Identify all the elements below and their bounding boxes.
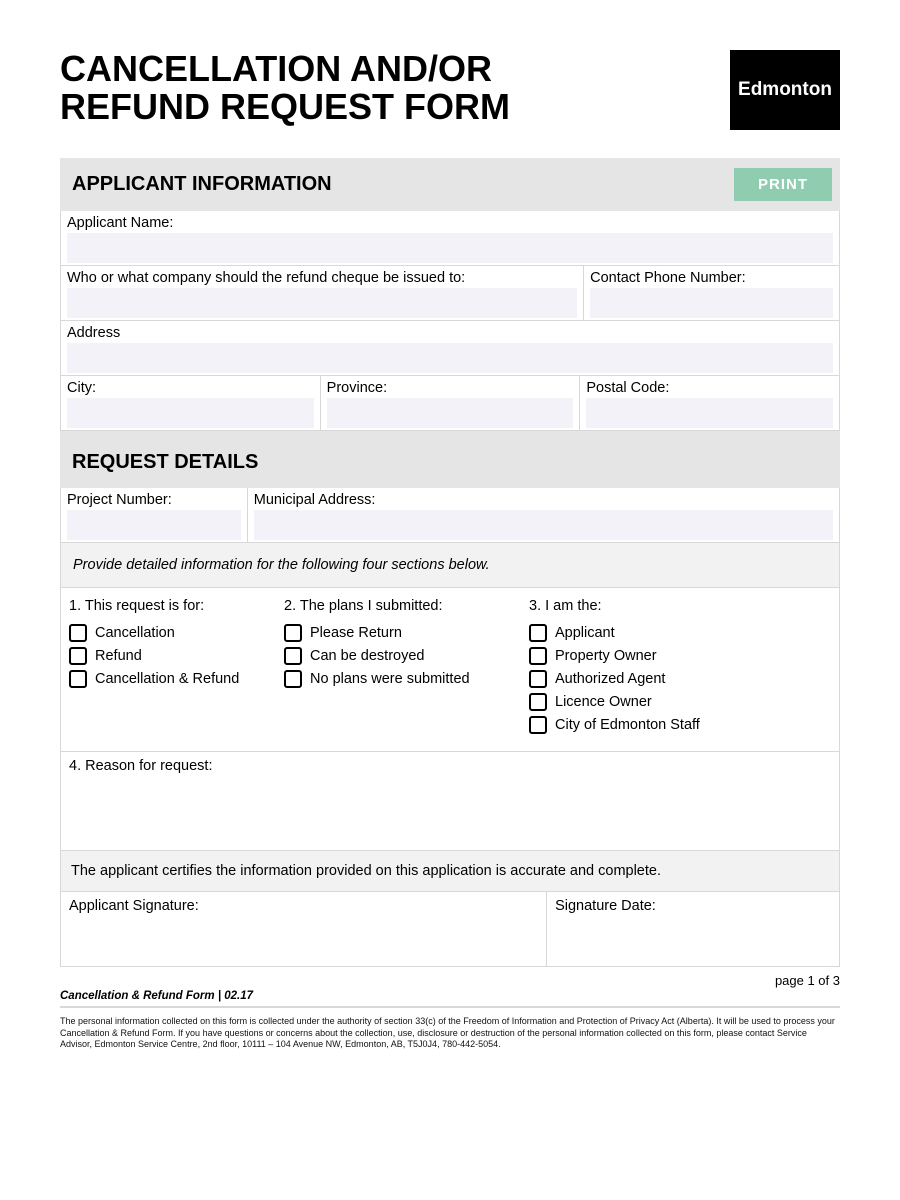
page-title: CANCELLATION AND/OR REFUND REQUEST FORM <box>60 50 510 126</box>
title-line1: CANCELLATION AND/OR <box>60 50 510 88</box>
city-input[interactable] <box>67 398 314 428</box>
checkbox-label: Licence Owner <box>555 694 652 710</box>
address-input[interactable] <box>67 343 833 373</box>
instruction-text: Provide detailed information for the fol… <box>61 543 839 588</box>
applicant-name-label: Applicant Name: <box>67 215 833 231</box>
issued-to-label: Who or what company should the refund ch… <box>67 270 577 286</box>
page-number: page 1 of 3 <box>60 973 840 988</box>
footer-doc-title: Cancellation & Refund Form | 02.17 <box>60 990 840 1008</box>
q2-opt-return: Please Return <box>284 624 511 642</box>
request-details-header: REQUEST DETAILS <box>60 437 840 488</box>
checkbox-icon[interactable] <box>529 647 547 665</box>
q1-opt-cancellation: Cancellation <box>69 624 266 642</box>
province-label: Province: <box>327 380 574 396</box>
checkbox-label: Please Return <box>310 625 402 641</box>
q1-opt-refund: Refund <box>69 647 266 665</box>
contact-phone-input[interactable] <box>590 288 833 318</box>
q3-opt-owner: Property Owner <box>529 647 813 665</box>
q2-opt-destroy: Can be destroyed <box>284 647 511 665</box>
checkbox-label: Authorized Agent <box>555 671 665 687</box>
q4-title: 4. Reason for request: <box>69 758 831 774</box>
checkbox-icon[interactable] <box>284 624 302 642</box>
checkbox-label: Cancellation <box>95 625 175 641</box>
q1-column: 1. This request is for: Cancellation Ref… <box>69 598 284 739</box>
checkbox-label: No plans were submitted <box>310 671 470 687</box>
address-label: Address <box>67 325 833 341</box>
checkbox-section: 1. This request is for: Cancellation Ref… <box>61 588 839 751</box>
q3-opt-applicant: Applicant <box>529 624 813 642</box>
applicant-info-heading: APPLICANT INFORMATION <box>72 173 332 196</box>
q3-opt-staff: City of Edmonton Staff <box>529 716 813 734</box>
edmonton-logo: Edmonton <box>730 50 840 130</box>
postal-input[interactable] <box>586 398 833 428</box>
q1-opt-both: Cancellation & Refund <box>69 670 266 688</box>
reason-cell: 4. Reason for request: <box>61 751 839 850</box>
municipal-address-input[interactable] <box>254 510 833 540</box>
q3-opt-agent: Authorized Agent <box>529 670 813 688</box>
q2-title: 2. The plans I submitted: <box>284 598 511 614</box>
checkbox-icon[interactable] <box>69 647 87 665</box>
checkbox-label: Applicant <box>555 625 615 641</box>
q2-column: 2. The plans I submitted: Please Return … <box>284 598 529 739</box>
q1-title: 1. This request is for: <box>69 598 266 614</box>
q3-title: 3. I am the: <box>529 598 813 614</box>
checkbox-icon[interactable] <box>284 647 302 665</box>
title-line2: REFUND REQUEST FORM <box>60 88 510 126</box>
signature-date-label: Signature Date: <box>555 898 831 914</box>
checkbox-label: Can be destroyed <box>310 648 424 664</box>
project-number-label: Project Number: <box>67 492 241 508</box>
municipal-address-label: Municipal Address: <box>254 492 833 508</box>
checkbox-label: Cancellation & Refund <box>95 671 239 687</box>
request-details-box: Project Number: Municipal Address: Provi… <box>60 488 840 967</box>
print-button[interactable]: PRINT <box>734 168 832 201</box>
postal-label: Postal Code: <box>586 380 833 396</box>
checkbox-icon[interactable] <box>529 716 547 734</box>
checkbox-label: Property Owner <box>555 648 657 664</box>
signature-date-input[interactable] <box>555 914 831 962</box>
applicant-info-box: Applicant Name: Who or what company shou… <box>60 211 840 431</box>
checkbox-label: City of Edmonton Staff <box>555 717 700 733</box>
request-details-heading: REQUEST DETAILS <box>72 451 258 474</box>
header: CANCELLATION AND/OR REFUND REQUEST FORM … <box>60 50 840 130</box>
project-number-input[interactable] <box>67 510 241 540</box>
checkbox-icon[interactable] <box>69 624 87 642</box>
applicant-info-header: APPLICANT INFORMATION PRINT <box>60 158 840 211</box>
contact-phone-label: Contact Phone Number: <box>590 270 833 286</box>
checkbox-icon[interactable] <box>69 670 87 688</box>
certification-text: The applicant certifies the information … <box>61 850 839 892</box>
issued-to-input[interactable] <box>67 288 577 318</box>
signature-row: Applicant Signature: Signature Date: <box>61 892 839 966</box>
applicant-name-input[interactable] <box>67 233 833 263</box>
checkbox-icon[interactable] <box>529 693 547 711</box>
q3-column: 3. I am the: Applicant Property Owner Au… <box>529 598 831 739</box>
q3-opt-licence: Licence Owner <box>529 693 813 711</box>
signature-input[interactable] <box>69 914 538 962</box>
q2-opt-none: No plans were submitted <box>284 670 511 688</box>
footer-disclaimer: The personal information collected on th… <box>60 1016 840 1051</box>
city-label: City: <box>67 380 314 396</box>
province-input[interactable] <box>327 398 574 428</box>
checkbox-label: Refund <box>95 648 142 664</box>
checkbox-icon[interactable] <box>529 670 547 688</box>
checkbox-icon[interactable] <box>529 624 547 642</box>
checkbox-icon[interactable] <box>284 670 302 688</box>
signature-label: Applicant Signature: <box>69 898 538 914</box>
reason-input[interactable] <box>69 774 831 846</box>
